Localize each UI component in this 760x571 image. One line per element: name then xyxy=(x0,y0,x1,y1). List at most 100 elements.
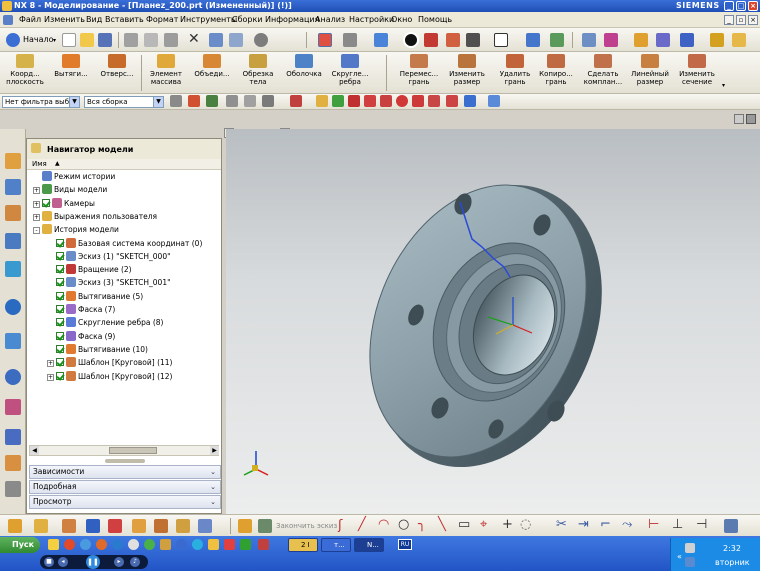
chevron-down-icon[interactable]: ▼ xyxy=(153,97,163,107)
graphics-window[interactable] xyxy=(226,129,760,514)
save-icon[interactable] xyxy=(98,33,112,47)
dimension-icon[interactable]: ⊢ xyxy=(648,517,659,532)
tree-node[interactable]: + Камеры xyxy=(33,197,95,210)
close-button[interactable]: × xyxy=(748,1,758,11)
menu-file[interactable]: Файл xyxy=(19,15,41,24)
constraint-navigator-icon[interactable] xyxy=(5,179,21,195)
visibility-checkbox[interactable] xyxy=(56,331,64,340)
start-menu-button[interactable]: Начало xyxy=(23,35,54,44)
composite-curve-icon[interactable] xyxy=(132,519,146,533)
quicklaunch-icon[interactable] xyxy=(112,539,123,550)
type-filter-select[interactable]: Нет фильтра выб ▼ xyxy=(2,96,80,108)
stop-icon[interactable]: ■ xyxy=(44,557,54,567)
pause-icon[interactable]: ❚❚ xyxy=(86,555,100,569)
quick-extend-icon[interactable]: ⇥ xyxy=(578,517,589,532)
visibility-checkbox[interactable] xyxy=(56,358,64,367)
snap-point-on-surface-icon[interactable] xyxy=(446,95,458,107)
volume-icon[interactable]: ♪ xyxy=(130,557,140,567)
chevron-left-icon[interactable]: « xyxy=(677,552,682,561)
command-finder-icon[interactable] xyxy=(254,33,268,47)
roles-icon[interactable] xyxy=(5,429,21,445)
expand-icon[interactable]: + xyxy=(47,360,54,368)
taskbar-nx-window[interactable]: N... xyxy=(354,538,384,552)
taskbar-window[interactable]: т... xyxy=(321,538,351,552)
tree-node[interactable]: + Шаблон [Круговой] (12) xyxy=(47,370,172,383)
visibility-checkbox[interactable] xyxy=(56,265,64,274)
menu-analysis[interactable]: Анализ xyxy=(315,15,345,24)
expand-icon[interactable]: + xyxy=(33,200,40,208)
make-coplanar-button[interactable]: Сделать комплан... xyxy=(580,54,626,92)
taskbar-group[interactable]: 2 I xyxy=(288,538,318,552)
render-style-icon[interactable] xyxy=(466,33,480,47)
select-edge-icon[interactable] xyxy=(244,95,256,107)
pattern-feature-button[interactable]: Элемент массива xyxy=(143,54,189,92)
menu-information[interactable]: Информация xyxy=(265,15,319,24)
quicklaunch-icon[interactable] xyxy=(96,539,107,550)
fullscreen-icon[interactable] xyxy=(746,114,756,124)
point-icon[interactable] xyxy=(604,33,618,47)
snap-endpoint-icon[interactable] xyxy=(316,95,328,107)
finish-sketch-label[interactable]: Закончить эскиз xyxy=(276,522,337,530)
snap-midpoint-icon[interactable] xyxy=(332,95,344,107)
visibility-checkbox[interactable] xyxy=(56,238,64,247)
quick-trim-icon[interactable]: ✂ xyxy=(556,517,567,532)
datum-axis-icon[interactable] xyxy=(86,519,100,533)
scope-select[interactable]: Вся сборка ▼ xyxy=(84,96,164,108)
menu-tools[interactable]: Инструменты xyxy=(180,15,237,24)
profile-icon[interactable]: ʃ xyxy=(338,518,342,533)
snap-existing-point-icon[interactable] xyxy=(412,95,424,107)
layout-icon[interactable] xyxy=(734,114,744,124)
select-component-icon[interactable] xyxy=(262,95,274,107)
rectangle-icon[interactable]: ▭ xyxy=(458,517,470,532)
quicklaunch-icon[interactable] xyxy=(144,539,155,550)
tree-node[interactable]: Фаска (9) xyxy=(47,330,115,343)
collapse-icon[interactable]: - xyxy=(33,227,40,235)
open-folder-icon[interactable] xyxy=(80,33,94,47)
arc-icon[interactable]: ◠ xyxy=(378,517,389,532)
visibility-checkbox[interactable] xyxy=(56,371,64,380)
clock-time[interactable]: 2:32 xyxy=(723,544,741,553)
datum-csys-icon[interactable] xyxy=(62,519,76,533)
quicklaunch-icon[interactable] xyxy=(128,539,139,550)
layer-icon[interactable] xyxy=(550,33,564,47)
part-navigator-icon[interactable] xyxy=(5,205,21,221)
tree-node[interactable]: Эскиз (1) "SKETCH_000" xyxy=(47,250,171,263)
make-corner-icon[interactable]: ⌐ xyxy=(600,517,611,532)
menu-view[interactable]: Вид xyxy=(86,15,102,24)
background-icon[interactable] xyxy=(494,33,508,47)
tree-node[interactable]: Режим истории xyxy=(33,171,115,183)
snap-arc-center-icon[interactable] xyxy=(380,95,392,107)
menu-edit[interactable]: Изменить xyxy=(44,15,85,24)
menu-help[interactable]: Помощь xyxy=(418,15,452,24)
ellipse-icon[interactable]: ◌ xyxy=(520,517,531,532)
hd3d-icon[interactable] xyxy=(5,261,21,277)
chevron-left-icon[interactable]: ◀ xyxy=(30,446,39,455)
panel-preview[interactable]: Просмотр ⌄ xyxy=(29,495,221,509)
model-viewport[interactable] xyxy=(226,129,760,514)
orient-view-icon[interactable] xyxy=(374,33,388,47)
select-all-icon[interactable] xyxy=(290,95,302,107)
system-scenes-icon[interactable] xyxy=(5,455,21,471)
select-3d-icon[interactable] xyxy=(488,95,500,107)
sketch-in-task-icon[interactable] xyxy=(34,519,48,533)
maximize-button[interactable]: □ xyxy=(736,1,746,11)
tree-node[interactable]: + Выражения пользователя xyxy=(33,210,157,223)
flange-part[interactable] xyxy=(329,149,645,504)
mould-wizard-icon[interactable] xyxy=(5,481,21,497)
quicklaunch-icon[interactable] xyxy=(80,539,91,550)
expand-icon[interactable]: + xyxy=(33,187,40,195)
snap-intersection-icon[interactable] xyxy=(364,95,376,107)
menu-format[interactable]: Формат xyxy=(146,15,178,24)
visibility-checkbox[interactable] xyxy=(56,318,64,327)
datum-point-icon[interactable] xyxy=(108,519,122,533)
minimize-button[interactable]: _ xyxy=(724,1,734,11)
visibility-checkbox[interactable] xyxy=(56,278,64,287)
sketch-preferences-icon[interactable] xyxy=(238,519,252,533)
tree-node[interactable]: Эскиз (3) "SKETCH_001" xyxy=(47,277,171,289)
doc-close-button[interactable]: × xyxy=(748,15,758,25)
tray-icon[interactable] xyxy=(685,557,695,567)
new-file-icon[interactable] xyxy=(62,33,76,47)
wcs-icon[interactable] xyxy=(582,33,596,47)
expand-icon[interactable]: + xyxy=(47,373,54,381)
intersection-curve-icon[interactable] xyxy=(198,519,212,533)
